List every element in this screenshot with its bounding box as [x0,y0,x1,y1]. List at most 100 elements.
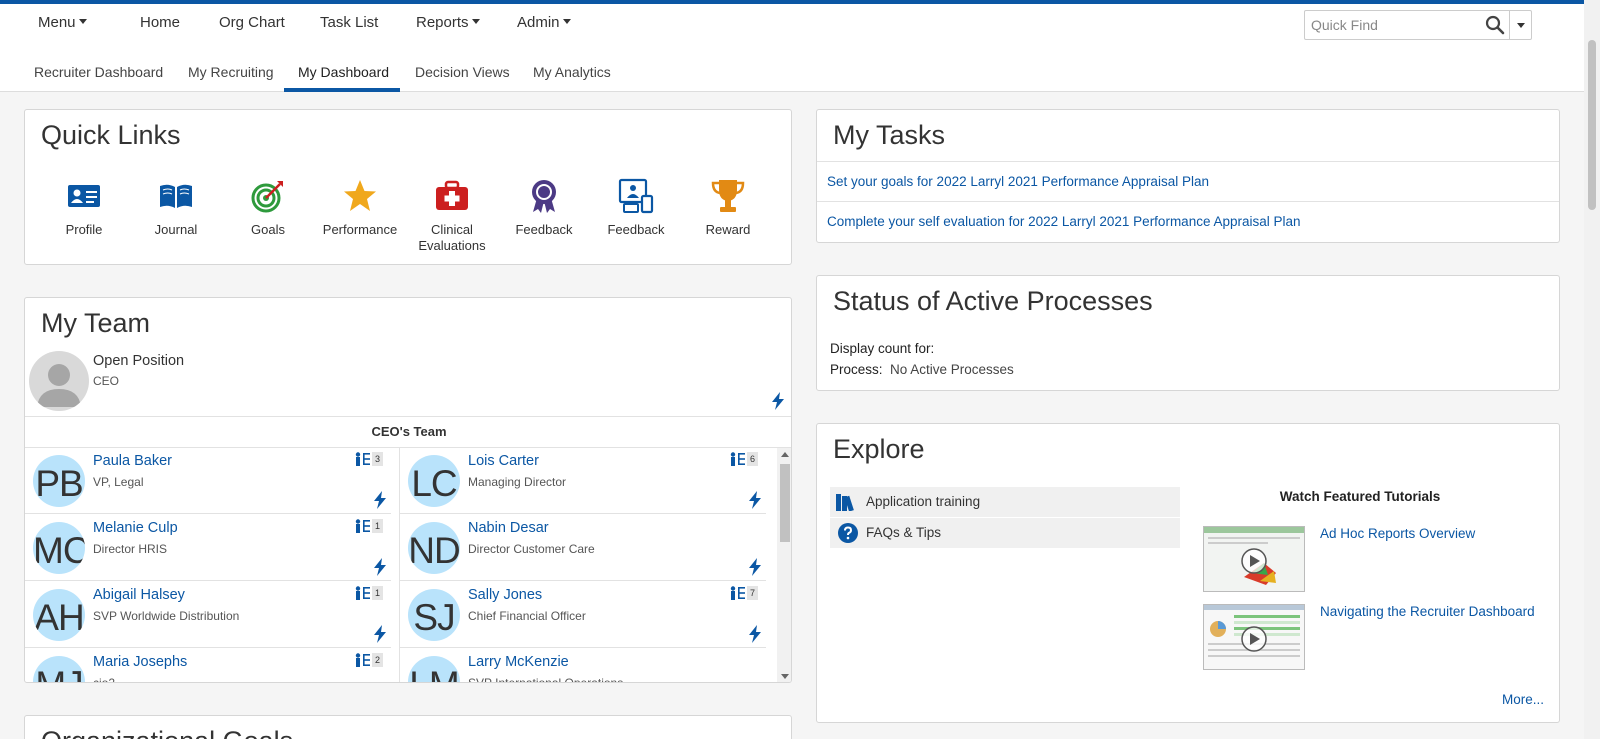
team-member-name[interactable]: Melanie Culp [93,520,178,536]
quick-link-journal[interactable]: Journal [131,178,221,238]
search-input[interactable] [1305,11,1481,39]
nav-menu-label: Menu [38,14,76,31]
nav-reports-label: Reports [416,14,469,31]
explore-link-faqs-tips[interactable]: FAQs & Tips [830,518,1180,548]
quick-link-label: Journal [154,222,198,237]
team-member-name[interactable]: Sally Jones [468,587,542,603]
org-chart-icon[interactable] [355,519,371,533]
team-member-title: SVP Worldwide Distribution [93,609,240,623]
nav-menu[interactable]: Menu [38,14,87,31]
org-chart-icon[interactable] [355,653,371,667]
direct-reports-count: 3 [372,452,383,466]
avatar-initials: MC [33,530,85,571]
avatar-initials: AH [34,597,84,638]
org-chart-icon[interactable] [730,452,746,466]
avatar: PB [33,455,85,507]
books-icon [836,494,854,511]
scroll-up-arrow-icon[interactable] [781,452,789,457]
tab-my-recruiting[interactable]: My Recruiting [188,64,274,80]
nav-reports[interactable]: Reports [416,14,480,31]
team-member-name[interactable]: Abigail Halsey [93,587,185,603]
team-member-title: Director Customer Care [468,542,595,556]
avatar: ND [408,522,460,574]
team-member-card: MC Melanie Culp Director HRIS 1 [25,515,391,581]
avatar-initials: PB [35,463,83,504]
my-team-title: My Team [41,308,151,338]
quick-link-profile[interactable]: Profile [39,178,129,238]
org-chart-icon[interactable] [355,452,371,466]
team-scrollbar[interactable] [777,448,791,682]
avatar: LM [408,656,460,682]
search-icon[interactable] [1485,15,1505,35]
tutorial-link[interactable]: Ad Hoc Reports Overview [1320,526,1475,541]
nav-task-list[interactable]: Task List [320,14,378,31]
lightning-bolt-icon[interactable] [748,625,762,643]
tab-my-analytics[interactable]: My Analytics [533,64,611,80]
avatar-initials: LM [408,664,460,682]
video-thumbnail-icon [1204,605,1304,657]
video-thumbnail-icon [1204,527,1304,585]
tutorial-thumbnail[interactable] [1203,604,1305,670]
quick-find-dropdown-button[interactable] [1509,11,1533,39]
quick-link-clinical-evaluations[interactable]: Clinical Evaluations [407,178,497,254]
team-member-card: LM Larry McKenzie SVP International Operat… [400,649,766,682]
direct-reports-count: 1 [372,519,383,533]
nav-org-chart[interactable]: Org Chart [219,14,285,31]
nav-home[interactable]: Home [140,14,180,31]
quick-link-label: Clinical Evaluations [418,222,486,253]
more-link[interactable]: More... [1502,692,1544,707]
team-members-grid: PB Paula Baker VP, Legal 3 LC Lois Carter Mana… [25,448,777,682]
quick-link-performance[interactable]: Performance [315,178,405,238]
status-title: Status of Active Processes [833,286,1153,316]
quick-link-goals[interactable]: Goals [223,178,313,238]
team-member-name[interactable]: Paula Baker [93,453,172,469]
lightning-bolt-icon[interactable] [373,491,387,509]
quick-link-label: Feedback [607,222,665,237]
scroll-down-arrow-icon[interactable] [781,674,789,679]
avatar-initials: SJ [413,597,455,638]
question-circle-icon [838,523,858,543]
quick-link-feedback-devices[interactable]: Feedback [591,178,681,238]
org-chart-icon[interactable] [730,586,746,600]
manager-title: CEO [93,374,120,388]
quick-find [1304,10,1532,40]
team-member-name[interactable]: Maria Josephs [93,654,187,670]
avatar: MC [33,522,85,574]
team-member-name[interactable]: Nabin Desar [468,520,549,536]
task-link[interactable]: Complete your self evaluation for 2022 L… [827,214,1301,229]
tutorial-thumbnail[interactable] [1203,526,1305,592]
task-link[interactable]: Set your goals for 2022 Larryl 2021 Perf… [827,174,1209,189]
lightning-bolt-icon[interactable] [771,392,785,410]
avatar-initials: ND [408,530,460,571]
avatar: MJ [33,656,85,682]
team-member-name[interactable]: Lois Carter [468,453,539,469]
nav-admin-label: Admin [517,14,560,31]
tab-my-dashboard[interactable]: My Dashboard [298,64,389,80]
team-member-name[interactable]: Larry McKenzie [468,654,569,670]
explore-link-label: Application training [866,494,981,509]
explore-link-application-training[interactable]: Application training [830,487,1180,517]
team-member-card: MJ Maria Josephs cio2 2 [25,649,391,682]
quick-links-panel: Quick Links Profile Journal Goals Perfor… [24,109,792,265]
page-scrollbar-thumb[interactable] [1588,40,1596,210]
active-tab-indicator [284,88,400,92]
my-team-panel: My Team Open Position CEO CEO's Team PB P… [24,297,792,683]
explore-panel: Explore Application training FAQs & Tips… [816,423,1560,723]
chevron-down-icon [78,19,87,24]
tab-decision-views[interactable]: Decision Views [415,64,510,80]
scrollbar-thumb[interactable] [780,464,790,542]
org-chart-icon[interactable] [355,586,371,600]
team-member-title: Managing Director [468,475,567,489]
nav-admin[interactable]: Admin [517,14,571,31]
tab-recruiter-dashboard[interactable]: Recruiter Dashboard [34,64,163,80]
lightning-bolt-icon[interactable] [748,558,762,576]
lightning-bolt-icon[interactable] [373,558,387,576]
quick-link-reward[interactable]: Reward [683,178,773,238]
team-member-card: AH Abigail Halsey SVP Worldwide Distributi… [25,582,391,648]
page-scrollbar[interactable] [1584,0,1600,739]
tutorial-link[interactable]: Navigating the Recruiter Dashboard [1320,604,1535,619]
my-tasks-panel: My Tasks Set your goals for 2022 Larryl … [816,109,1560,243]
quick-link-feedback-award[interactable]: Feedback [499,178,589,238]
lightning-bolt-icon[interactable] [373,625,387,643]
lightning-bolt-icon[interactable] [748,491,762,509]
